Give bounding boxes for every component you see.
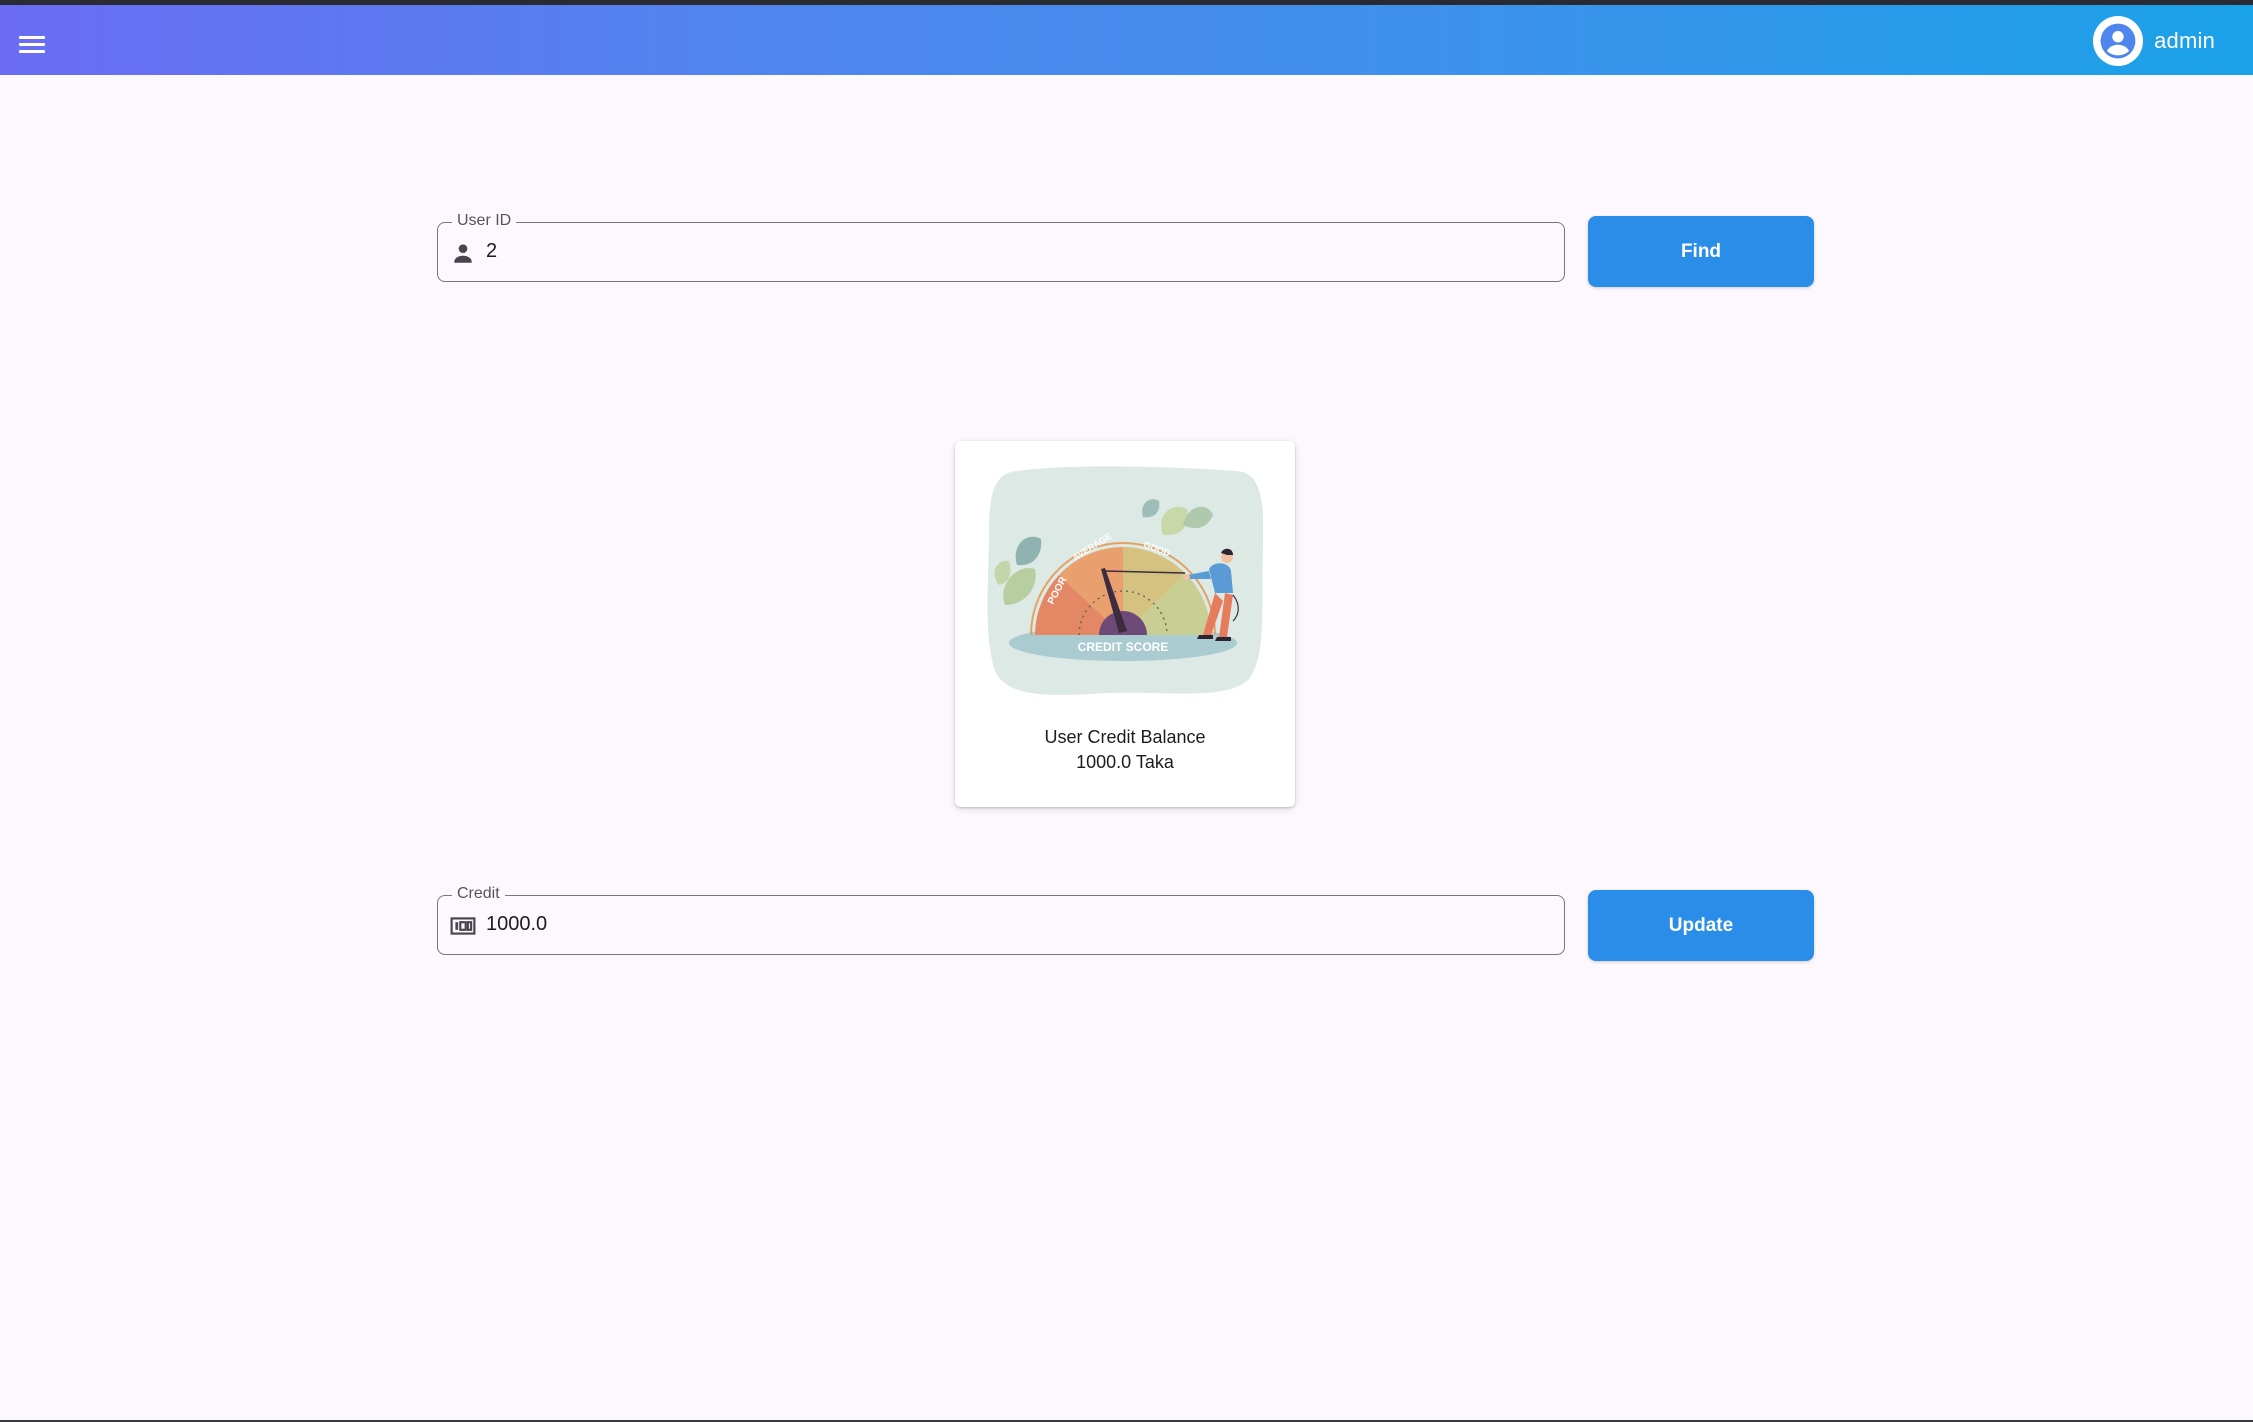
- credit-balance-card: POOR AVERAGE GOOD CREDIT SCORE User Cred…: [955, 441, 1295, 807]
- card-title: User Credit Balance: [1044, 727, 1206, 747]
- user-id-input[interactable]: [486, 223, 1546, 280]
- person-icon: [450, 240, 476, 266]
- money-icon: [450, 913, 476, 939]
- credit-balance-value: 1000.0 Taka: [1076, 752, 1174, 772]
- user-id-field[interactable]: User ID: [437, 212, 1565, 282]
- gauge-caption: CREDIT SCORE: [1078, 640, 1169, 654]
- credit-input[interactable]: [486, 896, 1546, 953]
- username-label: admin: [2154, 28, 2215, 53]
- hamburger-menu-icon[interactable]: [14, 27, 50, 63]
- app-bar: admin: [0, 5, 2253, 75]
- credit-field[interactable]: Credit: [437, 885, 1565, 955]
- find-button[interactable]: Find: [1588, 216, 1814, 287]
- update-button[interactable]: Update: [1588, 890, 1814, 961]
- credit-score-illustration: POOR AVERAGE GOOD CREDIT SCORE: [987, 466, 1263, 695]
- user-menu[interactable]: admin: [2093, 15, 2215, 67]
- account-circle-icon: [2093, 16, 2144, 66]
